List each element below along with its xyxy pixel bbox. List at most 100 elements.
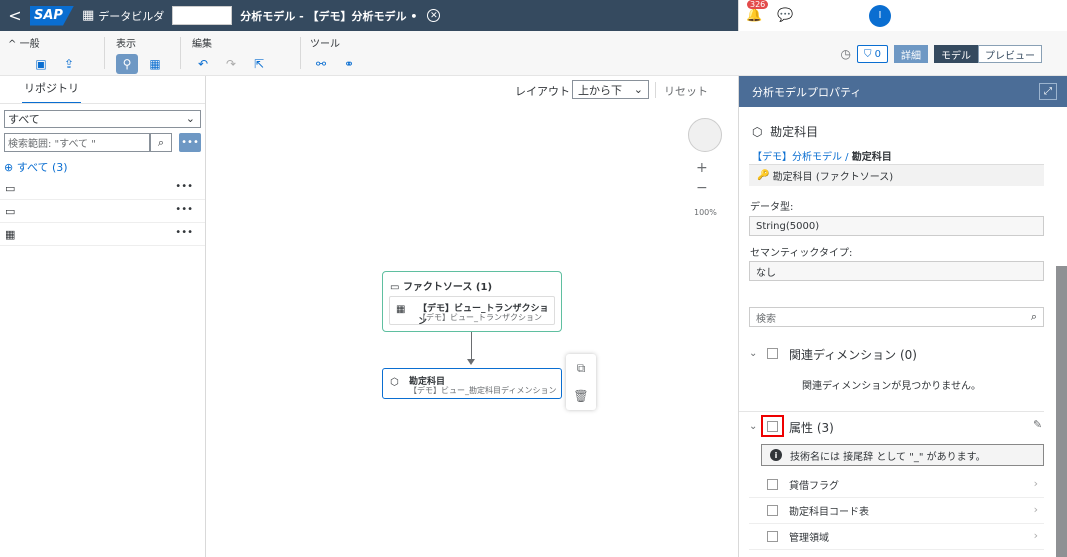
feedback-icon[interactable]: 💬: [770, 8, 801, 23]
properties-header: 分析モデルプロパティ ⤢: [739, 76, 1067, 107]
key-icon: 🔑: [757, 170, 773, 181]
graph-icon[interactable]: ⚭: [338, 54, 360, 74]
fact-source-label: 勘定科目 (ファクトソース): [772, 172, 894, 183]
connector-line: [471, 332, 472, 362]
info-text: 技術名には 接尾辞 として "_" があります。: [790, 451, 986, 463]
item-more-button[interactable]: •••: [175, 181, 193, 192]
fact-node-title: ファクトソース (1): [402, 282, 493, 293]
tools-group: ツール ⚯ ⚭: [310, 35, 360, 73]
table-view-icon[interactable]: ▦: [144, 54, 166, 74]
diagram-view-icon[interactable]: ⚲: [116, 54, 138, 74]
attribute-row[interactable]: 勘定科目コード表 ›: [749, 498, 1044, 524]
chevron-down-icon[interactable]: ⌄: [749, 348, 757, 359]
tab-repository[interactable]: リポジトリ: [22, 80, 81, 104]
view-group: 表示 ⚲ ▦: [116, 35, 166, 74]
filter-select[interactable]: すべて ⌄: [4, 110, 201, 128]
whats-new-icon[interactable]: ✦: [801, 8, 832, 23]
close-icon[interactable]: ✕: [427, 9, 441, 22]
related-dims-checkbox[interactable]: [767, 348, 778, 359]
deploy-icon[interactable]: ⇪: [58, 54, 80, 74]
redo-icon[interactable]: ↷: [220, 54, 242, 74]
all-folder[interactable]: ⊕ すべて (3): [4, 159, 68, 175]
app-name[interactable]: データビルダ: [98, 8, 164, 24]
attribute-checkbox[interactable]: [767, 531, 778, 542]
reset-button[interactable]: リセット: [664, 83, 708, 99]
repository-search-input[interactable]: 検索範囲: "すべて ": [4, 133, 150, 152]
more-button[interactable]: •••: [179, 133, 201, 152]
chevron-right-icon[interactable]: ›: [1034, 529, 1038, 542]
collapse-icon[interactable]: ^: [8, 39, 16, 50]
attribute-checkbox[interactable]: [767, 505, 778, 516]
mode-toggle: モデル プレビュー: [934, 45, 1042, 63]
validation-status[interactable]: ⛉ 0: [856, 45, 888, 63]
table-icon: ▦: [396, 304, 406, 315]
properties-search-input[interactable]: 検索 ⌕: [749, 307, 1044, 327]
item-more-button[interactable]: •••: [175, 204, 193, 215]
undo-icon[interactable]: ↶: [192, 54, 214, 74]
fact-source-node[interactable]: ▭ ファクトソース (1) ▦ 【デモ】ビュー_トランザクション 【デモ】ビュー…: [382, 271, 562, 332]
save-icon[interactable]: ▣: [30, 54, 52, 74]
node-context-toolbar: ⧉ 🗑: [566, 354, 596, 410]
preview-button[interactable]: プレビュー: [978, 45, 1042, 63]
help-icon[interactable]: ?: [832, 8, 863, 23]
fact-source-header: 🔑 勘定科目 (ファクトソース): [749, 164, 1044, 186]
product-switch-icon[interactable]: ⋮⋮: [897, 8, 928, 23]
attribute-checkbox[interactable]: [767, 479, 778, 490]
fact-source-item[interactable]: ▦ 【デモ】ビュー_トランザクション 【デモ】ビュー_トランザクション: [389, 296, 555, 327]
general-group: ^ 一般 ▣ ⇪: [8, 35, 80, 73]
general-label: 一般: [19, 39, 40, 50]
view-label: 表示: [116, 39, 136, 50]
globe-icon: ⊕: [4, 161, 14, 174]
zoom-out-icon[interactable]: −: [696, 180, 708, 196]
search-icon[interactable]: ⌕: [150, 133, 172, 152]
attribute-row[interactable]: 貸借フラグ ›: [749, 472, 1044, 498]
cube-icon: ⬡: [390, 377, 399, 388]
folder-icon: ▭: [5, 182, 16, 195]
info-icon: i: [770, 449, 782, 461]
scrollbar[interactable]: [1056, 266, 1067, 557]
dimension-node[interactable]: ⬡ 勘定科目 【デモ】ビュー_勘定科目ディメンション: [382, 368, 562, 399]
impact-lineage-icon[interactable]: ⚯: [310, 54, 332, 74]
chevron-down-icon[interactable]: ⌄: [749, 421, 757, 432]
item-more-button[interactable]: •••: [175, 227, 193, 238]
properties-panel: 分析モデルプロパティ ⤢ ⬡ 勘定科目 【デモ】分析モデル / 勘定科目 🔑 勘…: [738, 76, 1067, 557]
chevron-down-icon: ⌄: [185, 112, 195, 125]
breadcrumb-current: 勘定科目: [851, 152, 892, 163]
history-icon[interactable]: ◷: [840, 47, 850, 61]
attribute-row[interactable]: 管理領域 ›: [749, 524, 1044, 550]
chevron-right-icon[interactable]: ›: [1034, 477, 1038, 490]
folder-icon: ▭: [5, 205, 16, 218]
datatype-field: String(5000): [749, 216, 1044, 236]
bell-icon[interactable]: 🔔 326: [739, 0, 770, 23]
back-button[interactable]: <: [0, 6, 30, 25]
avatar[interactable]: I: [869, 4, 891, 27]
details-button[interactable]: 詳細: [894, 45, 928, 63]
open-in-editor-icon[interactable]: ⧉: [566, 354, 596, 382]
fact-item-sub: 【デモ】ビュー_トランザクション: [418, 313, 542, 322]
edit-icon[interactable]: ✎: [1033, 418, 1042, 431]
data-builder-icon: ▦: [82, 8, 95, 23]
export-icon[interactable]: ⇱: [248, 54, 270, 74]
chevron-right-icon[interactable]: ›: [1034, 503, 1038, 516]
cube-icon: ⬡: [752, 125, 771, 139]
space-selector[interactable]: [172, 6, 233, 25]
breadcrumb-link[interactable]: 【デモ】分析モデル: [752, 152, 842, 163]
all-label: すべて (3): [16, 161, 68, 174]
sap-logo[interactable]: SAP: [30, 5, 74, 26]
diagram-canvas[interactable]: レイアウト 上から下 ⌄ リセット + − 100% ▭ ファクトソース (1) …: [207, 76, 737, 557]
search-icon[interactable]: ⌕: [1031, 310, 1037, 324]
pan-control[interactable]: [688, 118, 722, 152]
list-item[interactable]: ▭ •••: [0, 200, 205, 223]
connector-arrow: [467, 359, 475, 365]
list-item[interactable]: ▦ •••: [0, 223, 205, 246]
search-placeholder: 検索: [756, 313, 776, 325]
properties-title: 分析モデルプロパティ: [752, 85, 862, 99]
semantic-field: なし: [749, 261, 1044, 281]
list-item[interactable]: ▭ •••: [0, 177, 205, 200]
delete-icon[interactable]: 🗑: [566, 382, 596, 410]
expand-icon[interactable]: ⤢: [1039, 83, 1057, 100]
layout-select[interactable]: 上から下 ⌄: [572, 80, 649, 99]
info-message: i 技術名には 接尾辞 として "_" があります。: [761, 444, 1044, 466]
model-button[interactable]: モデル: [934, 45, 978, 63]
zoom-in-icon[interactable]: +: [696, 160, 708, 176]
